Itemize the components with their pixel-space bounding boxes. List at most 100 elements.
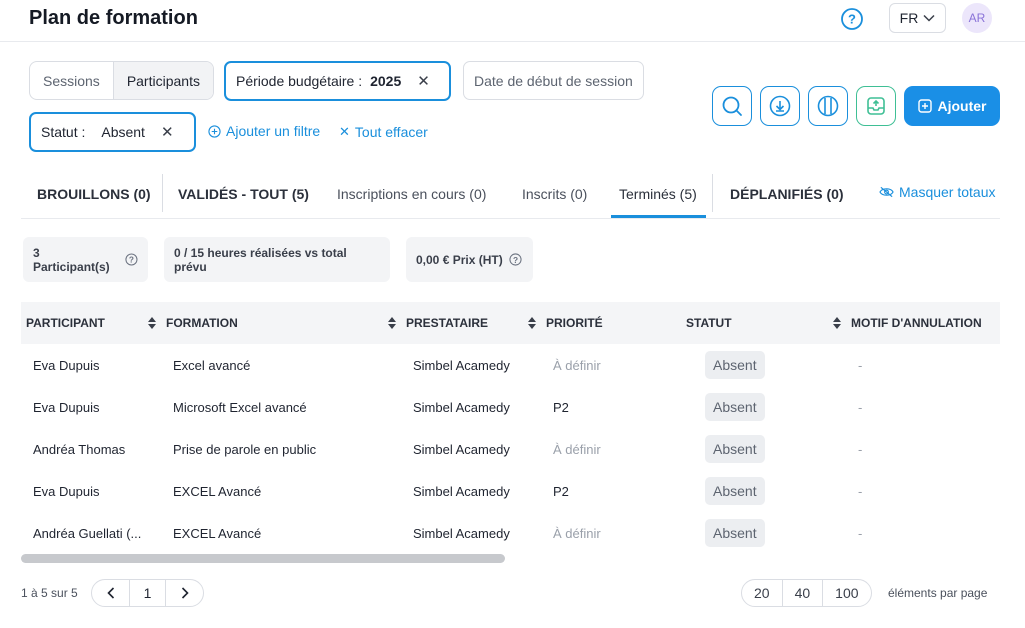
per-page-label: éléments par page: [888, 586, 988, 600]
column-priorite[interactable]: PRIORITÉ: [546, 302, 603, 344]
search-button[interactable]: [712, 86, 752, 126]
summary-participants-label: 3 Participant(s): [33, 245, 110, 274]
import-button[interactable]: [856, 86, 896, 126]
cell-participant: Andréa Guellati (...: [33, 525, 142, 541]
table-header: PARTICIPANT FORMATION PRESTATAIRE PRIORI…: [21, 302, 1000, 344]
tab-divider: [712, 174, 713, 212]
pagination: 1: [91, 579, 204, 607]
column-motif-annulation[interactable]: MOTIF D'ANNULATION: [851, 302, 982, 344]
info-icon[interactable]: ?: [125, 253, 138, 266]
columns-button[interactable]: [808, 86, 848, 126]
cell-priorite: À définir: [553, 525, 601, 541]
cell-formation: EXCEL Avancé: [173, 483, 262, 499]
chevron-down-icon: [923, 14, 935, 22]
sort-icon[interactable]: [833, 317, 841, 329]
view-toggle: Sessions Participants: [29, 61, 214, 100]
page-size-40[interactable]: 40: [781, 580, 823, 606]
tab-termines[interactable]: Terminés (5): [619, 170, 697, 218]
chevron-right-icon: [181, 587, 189, 599]
tab-inscrits[interactable]: Inscrits (0): [522, 170, 587, 218]
cell-formation: Prise de parole en public: [173, 441, 317, 457]
sort-icon[interactable]: [148, 317, 156, 329]
current-page[interactable]: 1: [129, 580, 166, 606]
filter-periode-value: 2025: [370, 73, 402, 89]
help-icon[interactable]: ?: [840, 7, 864, 31]
hide-totals-label: Masquer totaux: [899, 184, 996, 200]
chevron-left-icon: [106, 587, 114, 599]
tab-inscriptions-en-cours[interactable]: Inscriptions en cours (0): [337, 170, 486, 218]
tab-valides[interactable]: VALIDÉS - TOUT (5): [178, 170, 309, 218]
columns-icon: [817, 95, 839, 117]
status-tabs: BROUILLONS (0) VALIDÉS - TOUT (5) Inscri…: [21, 170, 1000, 219]
cell-prestataire: Simbel Acamedy: [413, 399, 510, 415]
filter-date-debut[interactable]: Date de début de session: [463, 61, 644, 100]
eye-off-icon: [879, 186, 894, 198]
svg-text:?: ?: [513, 255, 518, 265]
svg-text:?: ?: [848, 12, 856, 27]
cell-priorite: À définir: [553, 357, 601, 373]
summary-hours: 0 / 15 heures réalisées vs total prévu: [164, 237, 390, 282]
page-size-20[interactable]: 20: [742, 580, 782, 606]
cell-prestataire: Simbel Acamedy: [413, 441, 510, 457]
summary-hours-label: 0 / 15 heures réalisées vs total prévu: [174, 245, 347, 274]
close-icon[interactable]: ✕: [417, 72, 430, 90]
add-button-label: Ajouter: [937, 98, 987, 114]
status-badge: Absent: [705, 477, 765, 505]
cell-participant: Eva Dupuis: [33, 399, 100, 415]
column-formation[interactable]: FORMATION: [166, 302, 238, 344]
status-badge: Absent: [705, 393, 765, 421]
cell-priorite: À définir: [553, 441, 601, 457]
cell-participant: Eva Dupuis: [33, 357, 100, 373]
table-row[interactable]: Eva Dupuis Excel avancé Simbel Acamedy À…: [21, 344, 1000, 386]
active-tab-indicator: [611, 215, 706, 218]
add-button[interactable]: Ajouter: [904, 86, 1000, 126]
clear-all-link[interactable]: ✕ Tout effacer: [339, 124, 428, 140]
clear-all-label: Tout effacer: [354, 124, 428, 140]
sort-icon[interactable]: [528, 317, 536, 329]
toggle-sessions[interactable]: Sessions: [30, 62, 113, 99]
filter-periode-label: Période budgétaire :: [236, 73, 363, 89]
close-icon[interactable]: ✕: [161, 123, 174, 141]
page-size-100[interactable]: 100: [822, 580, 870, 606]
cell-formation: EXCEL Avancé: [173, 525, 262, 541]
summary-participants: 3 Participant(s) ?: [23, 237, 148, 282]
column-prestataire[interactable]: PRESTATAIRE: [406, 302, 488, 344]
next-page-button[interactable]: [166, 580, 203, 606]
filter-chip-periode[interactable]: Période budgétaire : 2025 ✕: [224, 61, 451, 101]
plus-circle-icon: [208, 124, 221, 138]
info-icon[interactable]: ?: [509, 253, 522, 266]
status-badge: Absent: [705, 435, 765, 463]
sort-icon[interactable]: [388, 317, 396, 329]
language-select[interactable]: FR: [889, 3, 946, 33]
table-row[interactable]: Andréa Guellati (... EXCEL Avancé Simbel…: [21, 512, 1000, 554]
toggle-participants[interactable]: Participants: [112, 62, 213, 99]
scrollbar-thumb[interactable]: [21, 554, 505, 563]
tab-divider: [162, 174, 163, 212]
download-button[interactable]: [760, 86, 800, 126]
prev-page-button[interactable]: [92, 580, 129, 606]
table-row[interactable]: Eva Dupuis EXCEL Avancé Simbel Acamedy P…: [21, 470, 1000, 512]
cell-formation: Microsoft Excel avancé: [173, 399, 307, 415]
cell-prestataire: Simbel Acamedy: [413, 357, 510, 373]
cell-priorite: P2: [553, 483, 569, 499]
cell-motif: -: [858, 441, 863, 457]
download-icon: [769, 95, 791, 117]
column-participant[interactable]: PARTICIPANT: [26, 302, 105, 344]
cell-formation: Excel avancé: [173, 357, 251, 373]
filter-statut-label: Statut :: [41, 124, 86, 140]
page-title: Plan de formation: [29, 7, 198, 29]
column-statut[interactable]: STATUT: [686, 302, 732, 344]
tab-brouillons[interactable]: BROUILLONS (0): [37, 170, 151, 218]
cell-motif: -: [858, 357, 863, 373]
svg-text:?: ?: [129, 255, 134, 265]
hide-totals-link[interactable]: Masquer totaux: [879, 184, 996, 200]
cell-participant: Andréa Thomas: [33, 441, 126, 457]
status-badge: Absent: [705, 519, 765, 547]
add-filter-link[interactable]: Ajouter un filtre: [208, 123, 320, 139]
filter-chip-statut[interactable]: Statut : Absent ✕: [29, 112, 196, 152]
table-row[interactable]: Andréa Thomas Prise de parole en public …: [21, 428, 1000, 470]
table-row[interactable]: Eva Dupuis Microsoft Excel avancé Simbel…: [21, 386, 1000, 428]
avatar[interactable]: AR: [962, 3, 992, 33]
filter-statut-value: Absent: [101, 124, 145, 140]
tab-deplanifies[interactable]: DÉPLANIFIÉS (0): [730, 170, 844, 218]
